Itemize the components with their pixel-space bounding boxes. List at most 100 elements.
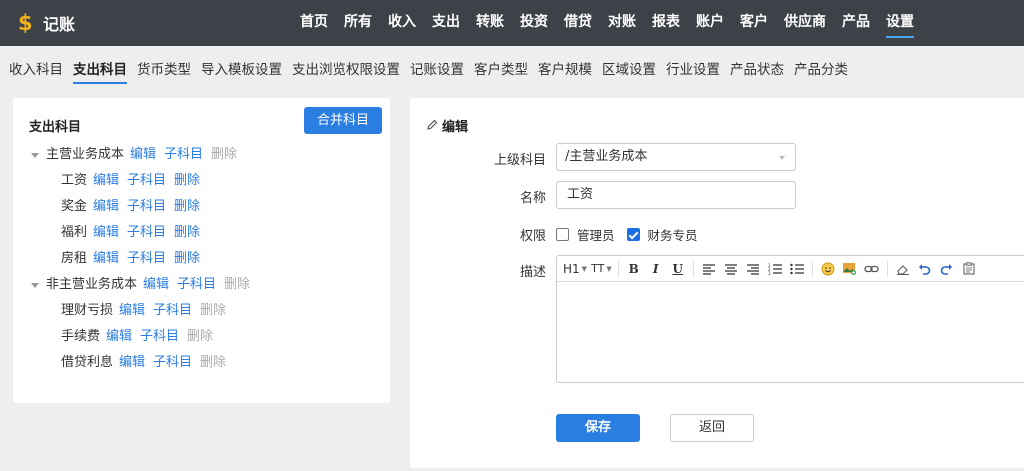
ordered-list-icon[interactable]: 123	[766, 259, 784, 279]
parent-category-select[interactable]: /主营业务成本	[556, 143, 796, 171]
image-icon[interactable]	[841, 259, 859, 279]
tree-leaf: 借贷利息 编辑 子科目 删除	[31, 350, 381, 376]
clipboard-icon[interactable]	[960, 259, 978, 279]
tree-leaf: 福利 编辑 子科目 删除	[31, 220, 381, 246]
parent-category-label: 上级科目	[493, 153, 546, 168]
save-button[interactable]: 保存	[556, 414, 640, 442]
edit-link[interactable]: 编辑	[93, 220, 119, 246]
delete-link[interactable]: 删除	[211, 142, 237, 168]
link-icon[interactable]	[863, 259, 881, 279]
unordered-list-icon[interactable]	[788, 259, 806, 279]
delete-link[interactable]: 删除	[200, 298, 226, 324]
delete-link[interactable]: 删除	[224, 272, 250, 298]
underline-button[interactable]: U	[669, 259, 687, 279]
toolbar-divider	[617, 260, 619, 277]
chevron-down-icon: ▼	[581, 264, 588, 273]
align-left-icon[interactable]	[700, 259, 718, 279]
subnav-tab[interactable]: 支出浏览权限设置	[292, 46, 400, 86]
delete-link[interactable]: 删除	[174, 246, 200, 272]
font-size-dropdown[interactable]: TT ▼	[591, 259, 612, 279]
align-right-icon[interactable]	[744, 259, 762, 279]
finance-checkbox[interactable]	[626, 228, 640, 241]
nav-item[interactable]: 所有	[344, 0, 372, 46]
subnav-tab[interactable]: 客户规模	[538, 46, 592, 86]
merge-categories-button[interactable]: 合并科目	[304, 107, 382, 134]
tree-leaf: 工资 编辑 子科目 删除	[31, 168, 381, 194]
edit-link[interactable]: 编辑	[130, 142, 156, 168]
nav-item[interactable]: 设置	[886, 0, 914, 46]
delete-link[interactable]: 删除	[174, 194, 200, 220]
edit-link[interactable]: 编辑	[93, 168, 119, 194]
subnav-tab[interactable]: 导入模板设置	[201, 46, 282, 86]
tree-node-label: 非主营业务成本	[46, 277, 138, 292]
caret-down-icon[interactable]	[31, 152, 39, 158]
nav-item[interactable]: 报表	[652, 0, 680, 46]
top-navbar: $ 记账 首页 所有 收入 支出 转账 投资 借贷 对账 报表 账户 客户 供应商 产品 设置	[0, 0, 1024, 46]
font-size-label: TT	[591, 262, 605, 275]
nav-item[interactable]: 转账	[476, 0, 504, 46]
tree-leaf-label: 手续费	[61, 329, 101, 344]
app-title: 记账	[43, 15, 76, 34]
edit-link[interactable]: 编辑	[93, 194, 119, 220]
sub-category-link[interactable]: 子科目	[164, 142, 203, 168]
sub-category-link[interactable]: 子科目	[177, 272, 216, 298]
emoji-icon[interactable]	[819, 259, 837, 279]
sub-category-link[interactable]: 子科目	[153, 298, 192, 324]
subnav-tab[interactable]: 区域设置	[602, 46, 656, 86]
eraser-icon[interactable]	[894, 259, 912, 279]
redo-icon[interactable]	[938, 259, 956, 279]
tree-node: 非主营业务成本 编辑 子科目 删除	[31, 272, 381, 298]
subnav-tab[interactable]: 货币类型	[137, 46, 191, 86]
tree-leaf-label: 房租	[61, 251, 88, 266]
nav-item[interactable]: 账户	[696, 0, 724, 46]
toolbar-divider	[886, 260, 888, 277]
heading-dropdown[interactable]: H1 ▼	[563, 259, 587, 279]
app-logo[interactable]: $ 记账	[18, 10, 75, 36]
sub-category-link[interactable]: 子科目	[127, 246, 166, 272]
sub-category-link[interactable]: 子科目	[140, 324, 179, 350]
edit-link[interactable]: 编辑	[93, 246, 119, 272]
subnav-tab[interactable]: 产品分类	[794, 46, 848, 86]
admin-checkbox[interactable]	[556, 228, 569, 241]
align-center-icon[interactable]	[722, 259, 740, 279]
subnav-tab[interactable]: 支出科目	[73, 46, 127, 86]
nav-item[interactable]: 首页	[300, 0, 328, 46]
nav-item[interactable]: 对账	[608, 0, 636, 46]
nav-item[interactable]: 支出	[432, 0, 460, 46]
subnav-tab[interactable]: 行业设置	[666, 46, 720, 86]
settings-subnav: 收入科目 支出科目 货币类型 导入模板设置 支出浏览权限设置 记账设置 客户类型 客户规模 区域…	[0, 46, 1024, 86]
undo-icon[interactable]	[916, 259, 934, 279]
delete-link[interactable]: 删除	[200, 350, 226, 376]
category-tree: 主营业务成本 编辑 子科目 删除 工资 编辑 子科目 删除 奖金 编辑 子科目 删除 福利 编辑 子科目 删除…	[31, 142, 381, 376]
nav-item[interactable]: 客户	[740, 0, 768, 46]
sub-category-link[interactable]: 子科目	[127, 168, 166, 194]
edit-link[interactable]: 编辑	[119, 350, 145, 376]
delete-link[interactable]: 删除	[187, 324, 213, 350]
nav-item[interactable]: 供应商	[784, 0, 826, 46]
subnav-tab[interactable]: 产品状态	[730, 46, 784, 86]
edit-panel: 编辑 上级科目 /主营业务成本 名称 工资 权限 管理员 财务专员 描述 H1 ▼…	[410, 98, 1024, 468]
nav-item[interactable]: 投资	[520, 0, 548, 46]
edit-link[interactable]: 编辑	[119, 298, 145, 324]
name-input[interactable]: 工资	[556, 181, 796, 209]
subnav-tab[interactable]: 记账设置	[410, 46, 464, 86]
subnav-tab[interactable]: 客户类型	[474, 46, 528, 86]
sub-category-link[interactable]: 子科目	[127, 220, 166, 246]
editor-toolbar: H1 ▼ TT ▼ B I U 123	[557, 256, 1024, 282]
subnav-tab[interactable]: 收入科目	[9, 46, 63, 86]
bold-button[interactable]: B	[625, 259, 643, 279]
tree-leaf-label: 奖金	[61, 199, 88, 214]
nav-item[interactable]: 收入	[388, 0, 416, 46]
delete-link[interactable]: 删除	[174, 168, 200, 194]
italic-button[interactable]: I	[647, 259, 665, 279]
edit-link[interactable]: 编辑	[143, 272, 169, 298]
caret-down-icon[interactable]	[31, 282, 39, 288]
nav-item[interactable]: 产品	[842, 0, 870, 46]
back-button[interactable]: 返回	[670, 414, 754, 442]
tree-leaf: 奖金 编辑 子科目 删除	[31, 194, 381, 220]
nav-item[interactable]: 借贷	[564, 0, 592, 46]
sub-category-link[interactable]: 子科目	[127, 194, 166, 220]
sub-category-link[interactable]: 子科目	[153, 350, 192, 376]
edit-link[interactable]: 编辑	[106, 324, 132, 350]
delete-link[interactable]: 删除	[174, 220, 200, 246]
